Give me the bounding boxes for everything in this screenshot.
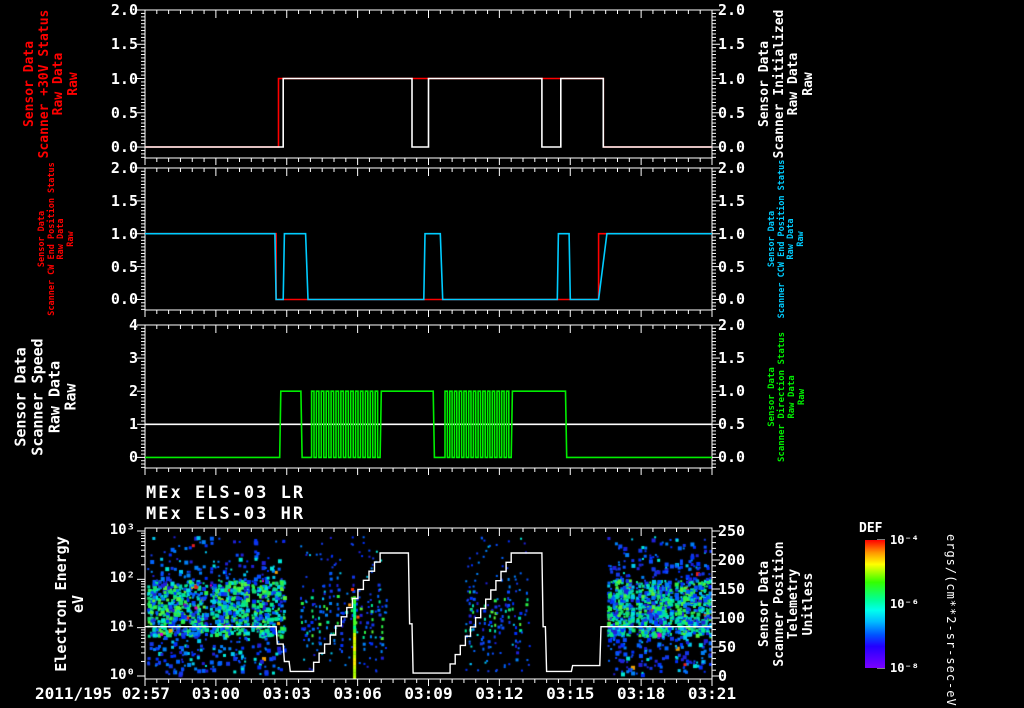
panel3-ytick-right: 0.0 (718, 448, 746, 467)
panel4-box (144, 527, 713, 680)
panel2-left-axis-label-text: Sensor Data Scanner CW End Position Statu… (37, 162, 76, 316)
panel3-left-axis-label-line: Raw (61, 382, 80, 411)
panel1-right-axis-label-line: Raw (800, 72, 816, 96)
colorbar-tick-label: 10⁻⁴ (890, 533, 919, 547)
panel3-box (144, 324, 713, 469)
x-axis-tick-label: 03:12 (475, 684, 524, 703)
panel2-ytick-left: 0.0 (110, 290, 138, 309)
panel3-left-axis-label-line: Scanner Speed (28, 337, 47, 456)
panel1-ytick-right: 0.0 (718, 138, 746, 157)
panel3-ytick-right: 2.0 (718, 316, 746, 334)
x-axis-tick-label: 03:00 (191, 684, 240, 703)
colorbar-unit-label: ergs/(cm**2-sr-sec-eV) (944, 534, 958, 708)
x-axis-tick-label: 03:09 (404, 684, 453, 703)
panel2-right-axis-label-text: Sensor Data Scanner CCW End Position Stat… (767, 160, 806, 319)
panel1-right-axis-label-line: Scanner Initialized (771, 9, 787, 159)
panel3-right-axis-label-line: Sensor Data (766, 366, 777, 427)
colorbar-title: DEF (859, 521, 883, 536)
panel1-ytick-left: 1.5 (110, 35, 138, 54)
x-axis-tick-label: 03:06 (333, 684, 382, 703)
panel4-ytick-right: 0 (718, 667, 728, 685)
panel2-series-1 (145, 232, 712, 301)
panel1-ytick-right: 0.5 (718, 103, 746, 122)
colorbar-tick-label: 10⁻⁶ (890, 597, 919, 611)
panel4-title-lr: MEx ELS-03 LR (146, 483, 306, 503)
panel4-ytick-left: 10⁰ (109, 667, 135, 683)
panel1-left-axis-label-line: Scanner +30V Status (36, 9, 52, 159)
panel3-left-axis-label-line: Sensor Data (11, 346, 30, 447)
panel2-ytick-left: 0.5 (110, 257, 138, 276)
panel3-right-axis-label-text: Sensor Data Scanner Direction Status Raw D… (767, 331, 807, 461)
panel3-ytick-right: 1.0 (718, 382, 746, 401)
panel1-ytick-right: 2.0 (718, 1, 746, 19)
panel3-left-axis-label-text: Sensor Data Scanner Speed Raw Data Raw (11, 337, 80, 456)
panel3-ytick-left: 3 (128, 349, 138, 368)
panel4-ytick-right: 250 (718, 522, 746, 540)
panel4-right-axis-label-line: Unitless (800, 572, 816, 635)
panel1-right-axis-label-text: Sensor Data Scanner Initialized Raw Data Ra… (756, 9, 816, 159)
panel2-ytick-right: 1.0 (718, 224, 746, 243)
panel1-left-axis-label-line: Raw Data (51, 52, 66, 116)
panel3-right-axis-label-line: Raw Data (787, 374, 797, 419)
panel4-left-axis-label-line: eV (69, 594, 87, 613)
panel4-ytick-left: 10¹ (109, 618, 135, 635)
panel4-left-axis-label-line: Electron Energy (52, 535, 71, 672)
x-axis-tick-label: 03:15 (546, 684, 595, 703)
panel2-series-0 (145, 232, 712, 301)
panel2-right-axis-label-line: Raw (795, 231, 806, 247)
panel1-left-axis-label-line: Sensor Data (21, 40, 37, 128)
panel1-ytick-left: 1.0 (110, 69, 138, 88)
panel2-ytick-right: 0.5 (718, 257, 746, 276)
panel4-right-axis-label-text: Sensor Data Scanner Position Telemetry Unit… (756, 540, 816, 667)
plot-area: MEx ELS-03 LR MEx ELS-03 HR 2011/195 02:… (0, 0, 1024, 708)
panel4-telemetry-line (145, 552, 712, 674)
colorbar (865, 540, 885, 668)
panel3-ytick-right: 0.5 (718, 415, 746, 434)
panel3-right-axis-label-line: Scanner Direction Status (776, 331, 787, 462)
panel4-ytick-left: 10² (109, 570, 135, 587)
panel1-ytick-left: 2.0 (110, 1, 138, 19)
panel4-ytick-right: 200 (718, 551, 746, 569)
panel1-ytick-right: 1.0 (718, 69, 746, 88)
panel1-series-1 (145, 77, 712, 148)
panel4-left-axis-label-text: Electron Energy eV (52, 535, 87, 672)
panel1-right-axis-label-line: Sensor Data (756, 40, 772, 128)
panel3-right-axis-label-line: Raw (797, 388, 808, 405)
panel2-left-axis-label-line: Raw (65, 231, 76, 247)
panel1-ytick-left: 0.0 (110, 138, 138, 157)
panel2-ytick-right: 1.5 (718, 191, 746, 210)
panel3-ytick-left: 2 (128, 382, 138, 401)
x-axis-tick-label: 03:03 (262, 684, 311, 703)
panel1-ytick-right: 1.5 (718, 35, 746, 54)
panel4-ytick-right: 50 (718, 638, 737, 656)
panel1-right-axis-label-line: Raw Data (786, 52, 801, 116)
panel3-ytick-left: 4 (128, 316, 138, 334)
panel1-ytick-left: 0.5 (110, 103, 138, 122)
panel2-ytick-right: 0.0 (718, 290, 746, 309)
x-axis-tick-label: 03:18 (617, 684, 666, 703)
panel4-ytick-right: 150 (718, 580, 746, 598)
panel4-ytick-right: 100 (718, 609, 746, 627)
panel2-box (144, 167, 713, 311)
panel1-left-axis-label-line: Raw (65, 72, 81, 96)
panel2-ytick-left: 1.5 (110, 191, 138, 210)
panel4-right-axis-label-line: Sensor Data (756, 560, 772, 647)
panel3-ytick-left: 1 (128, 415, 138, 434)
panel1-left-axis-label-text: Sensor Data Scanner +30V Status Raw Data Ra… (21, 9, 81, 159)
panel2-ytick-left: 1.0 (110, 224, 138, 243)
panel2-ytick-right: 2.0 (718, 159, 746, 177)
panel4-ytick-left: 10³ (109, 522, 135, 538)
panel3-left-axis-label-line: Raw Data (45, 360, 63, 433)
x-axis-start-label: 2011/195 02:57 (35, 684, 170, 703)
panel2-ytick-left: 2.0 (110, 159, 138, 177)
x-axis-tick-label: 03:21 (687, 684, 737, 703)
panel4-right-axis-label-line: Telemetry (786, 568, 801, 639)
panel4-title-hr: MEx ELS-03 HR (146, 504, 306, 524)
panel3-ytick-right: 1.5 (718, 349, 746, 368)
colorbar-tick-label: 10⁻⁸ (890, 661, 919, 675)
panel4-right-axis-label-line: Scanner Position (771, 540, 787, 667)
panel3-ytick-left: 0 (128, 448, 138, 467)
